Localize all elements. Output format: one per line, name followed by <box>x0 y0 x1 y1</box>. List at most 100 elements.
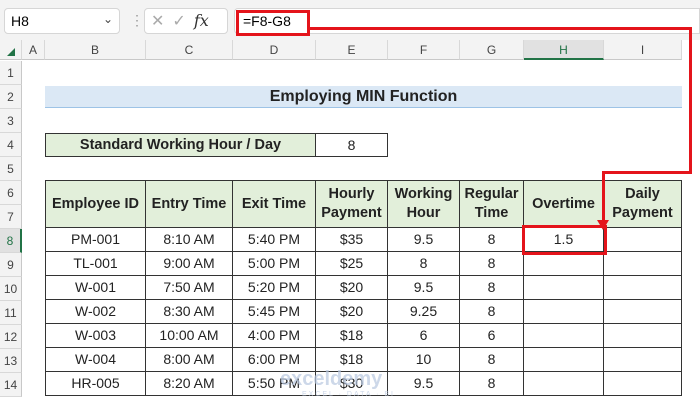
column-header-B[interactable]: B <box>45 40 146 60</box>
arrow-line <box>689 27 692 174</box>
row-header-9[interactable]: 9 <box>0 253 22 277</box>
table-cell[interactable] <box>604 348 682 372</box>
table-cell[interactable]: 6 <box>460 324 524 348</box>
table-cell[interactable]: W-002 <box>45 300 146 324</box>
column-header-D[interactable]: D <box>233 40 316 60</box>
more-options-icon[interactable]: ⋮ <box>130 12 144 29</box>
table-cell[interactable]: 5:40 PM <box>233 228 316 252</box>
table-cell[interactable]: W-001 <box>45 276 146 300</box>
table-cell[interactable]: 8:30 AM <box>146 300 233 324</box>
cancel-icon[interactable]: ✕ <box>151 13 172 30</box>
table-cell[interactable]: 9.25 <box>388 300 460 324</box>
arrow-line <box>602 171 692 174</box>
table-cell[interactable] <box>524 300 604 324</box>
table-cell[interactable]: 5:20 PM <box>233 276 316 300</box>
table-cell[interactable]: $25 <box>316 252 388 276</box>
table-cell[interactable] <box>524 372 604 396</box>
insert-function-icon[interactable]: fx <box>194 11 209 30</box>
column-header-H[interactable]: H <box>524 40 604 60</box>
name-box-value: H8 <box>11 13 29 29</box>
table-cell[interactable]: 8 <box>460 276 524 300</box>
arrow-line <box>602 171 605 223</box>
column-header-F[interactable]: F <box>388 40 460 60</box>
chevron-down-icon[interactable]: ⌄ <box>103 12 113 26</box>
watermark-logo: exceldemy EXCEL · DATA · BI <box>280 368 395 398</box>
table-header-6[interactable]: Overtime <box>524 180 604 228</box>
table-cell[interactable] <box>604 324 682 348</box>
table-cell[interactable]: 8 <box>460 228 524 252</box>
table-cell[interactable]: 9.5 <box>388 372 460 396</box>
table-header-3[interactable]: Hourly Payment <box>316 180 388 228</box>
row-header-6[interactable]: 6 <box>0 181 22 205</box>
table-header-2[interactable]: Exit Time <box>233 180 316 228</box>
column-header-G[interactable]: G <box>460 40 524 60</box>
table-cell[interactable] <box>524 252 604 276</box>
column-header-C[interactable]: C <box>146 40 233 60</box>
column-header-I[interactable]: I <box>604 40 682 60</box>
table-cell[interactable] <box>524 348 604 372</box>
row-header-13[interactable]: 13 <box>0 349 22 373</box>
table-cell[interactable]: 8:00 AM <box>146 348 233 372</box>
sheet-title: Employing MIN Function <box>45 86 682 108</box>
column-header-E[interactable]: E <box>316 40 388 60</box>
table-cell[interactable] <box>524 324 604 348</box>
table-cell[interactable] <box>524 276 604 300</box>
table-cell[interactable]: TL-001 <box>45 252 146 276</box>
standard-hours-label[interactable]: Standard Working Hour / Day <box>45 133 316 157</box>
row-header-2[interactable]: 2 <box>0 85 22 109</box>
arrow-line <box>310 27 692 30</box>
select-all-button[interactable] <box>0 40 22 60</box>
table-cell[interactable]: 10 <box>388 348 460 372</box>
column-header-A[interactable]: A <box>22 40 45 60</box>
table-cell[interactable]: 8 <box>460 372 524 396</box>
table-cell[interactable]: 8 <box>460 348 524 372</box>
table-cell[interactable]: 8 <box>388 252 460 276</box>
table-cell[interactable]: 4:00 PM <box>233 324 316 348</box>
table-cell[interactable]: PM-001 <box>45 228 146 252</box>
table-cell[interactable] <box>604 276 682 300</box>
standard-hours-value[interactable]: 8 <box>316 133 388 157</box>
row-header-4[interactable]: 4 <box>0 133 22 157</box>
table-header-7[interactable]: Daily Payment <box>604 180 682 228</box>
table-cell[interactable]: 8:20 AM <box>146 372 233 396</box>
row-header-12[interactable]: 12 <box>0 325 22 349</box>
table-cell[interactable]: 8:10 AM <box>146 228 233 252</box>
table-cell[interactable]: 9.5 <box>388 228 460 252</box>
table-cell[interactable]: 8 <box>460 300 524 324</box>
row-header-8[interactable]: 8 <box>0 229 22 253</box>
table-cell[interactable] <box>604 372 682 396</box>
table-cell[interactable]: $35 <box>316 228 388 252</box>
enter-icon[interactable]: ✓ <box>172 13 193 30</box>
table-cell[interactable]: $20 <box>316 300 388 324</box>
table-cell[interactable]: 6 <box>388 324 460 348</box>
table-cell[interactable] <box>604 252 682 276</box>
table-cell[interactable]: 5:00 PM <box>233 252 316 276</box>
row-header-1[interactable]: 1 <box>0 61 22 85</box>
table-cell[interactable]: 10:00 AM <box>146 324 233 348</box>
table-header-4[interactable]: Working Hour <box>388 180 460 228</box>
result-highlight-box <box>522 225 607 255</box>
table-header-0[interactable]: Employee ID <box>45 180 146 228</box>
table-cell[interactable] <box>604 228 682 252</box>
table-cell[interactable]: 7:50 AM <box>146 276 233 300</box>
name-box[interactable]: H8 ⌄ <box>4 8 120 34</box>
row-header-10[interactable]: 10 <box>0 277 22 301</box>
row-header-7[interactable]: 7 <box>0 205 22 229</box>
table-cell[interactable] <box>604 300 682 324</box>
row-header-5[interactable]: 5 <box>0 157 22 181</box>
table-cell[interactable]: $20 <box>316 276 388 300</box>
table-cell[interactable]: W-004 <box>45 348 146 372</box>
table-cell[interactable]: HR-005 <box>45 372 146 396</box>
formula-highlight-box <box>236 10 310 36</box>
table-cell[interactable]: W-003 <box>45 324 146 348</box>
row-header-11[interactable]: 11 <box>0 301 22 325</box>
table-cell[interactable]: $18 <box>316 324 388 348</box>
row-header-3[interactable]: 3 <box>0 109 22 133</box>
table-cell[interactable]: 9:00 AM <box>146 252 233 276</box>
table-cell[interactable]: 9.5 <box>388 276 460 300</box>
table-header-1[interactable]: Entry Time <box>146 180 233 228</box>
table-header-5[interactable]: Regular Time <box>460 180 524 228</box>
row-header-14[interactable]: 14 <box>0 373 22 397</box>
table-cell[interactable]: 5:45 PM <box>233 300 316 324</box>
table-cell[interactable]: 8 <box>460 252 524 276</box>
